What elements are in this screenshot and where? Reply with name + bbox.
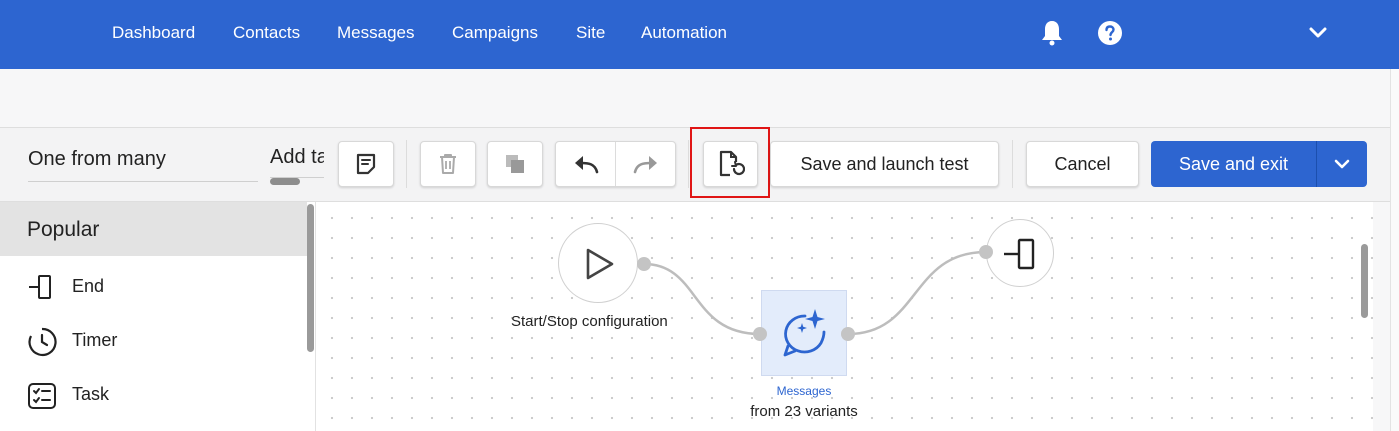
message-node-output-port[interactable] <box>841 327 855 341</box>
start-node-output-port[interactable] <box>637 257 651 271</box>
message-node-subtitle: from 23 variants <box>750 403 858 420</box>
workflow-connections <box>643 250 987 336</box>
message-node-input-port[interactable] <box>753 327 767 341</box>
ai-message-icon <box>783 309 826 357</box>
play-icon <box>586 248 614 280</box>
start-node[interactable] <box>558 223 638 303</box>
end-node[interactable] <box>986 219 1054 287</box>
message-node-caption: Messages <box>776 384 832 398</box>
start-node-label: Start/Stop configuration <box>511 313 668 330</box>
end-node-input-port[interactable] <box>979 245 993 259</box>
canvas-scrollbar[interactable] <box>1361 244 1368 318</box>
end-icon <box>1004 238 1035 270</box>
message-node[interactable] <box>761 290 847 376</box>
